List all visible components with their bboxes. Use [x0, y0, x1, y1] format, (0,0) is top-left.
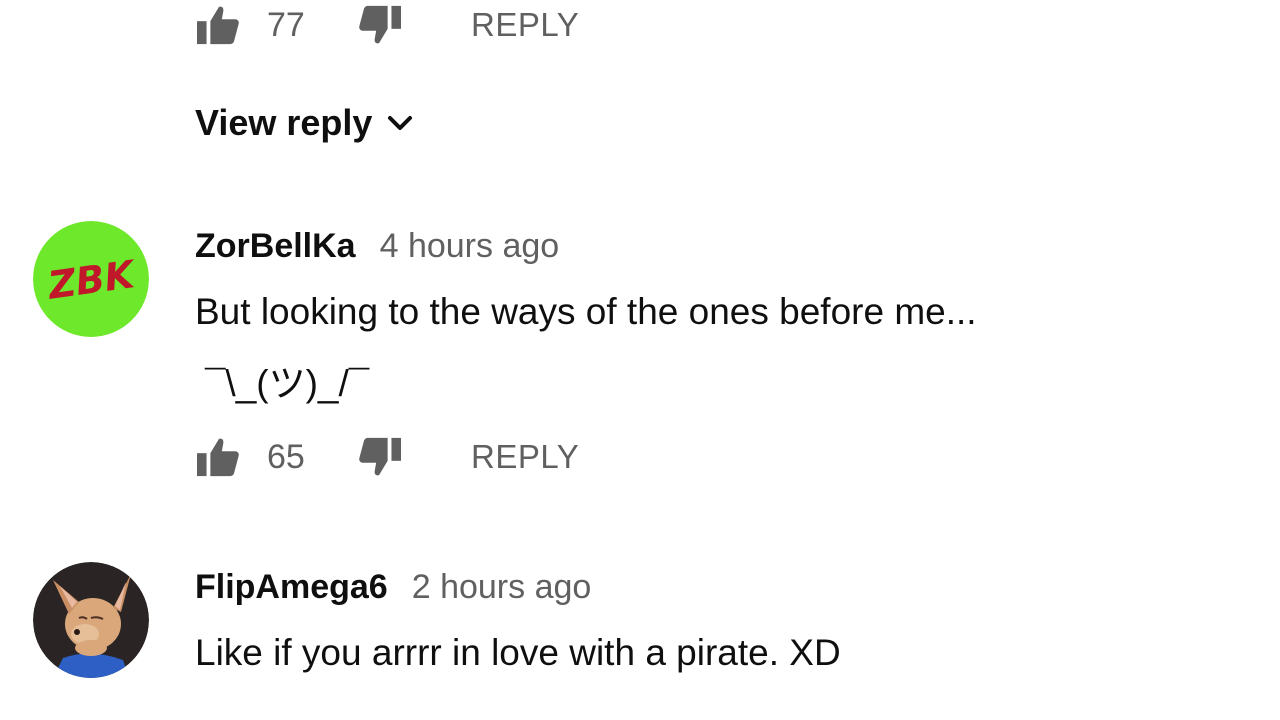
dislike-button[interactable]: [357, 4, 403, 46]
chevron-down-icon: [388, 116, 413, 130]
comment-text-line: ¯\_(ツ)_/¯: [205, 363, 370, 404]
thumb-down-icon: [359, 437, 401, 476]
view-reply-label: View reply: [195, 102, 373, 143]
author-name[interactable]: ZorBellKa: [195, 227, 356, 266]
reply-button[interactable]: REPLY: [471, 438, 579, 476]
comment-text-line: But looking to the ways of the ones befo…: [195, 291, 977, 332]
like-button[interactable]: [195, 4, 241, 46]
view-reply-button[interactable]: View reply: [195, 100, 414, 146]
dog-avatar-image: [33, 562, 149, 678]
avatar[interactable]: ZBK: [33, 221, 149, 337]
comment-header: ZorBellKa 4 hours ago: [195, 227, 559, 266]
comment-actions: 77 REPLY: [195, 2, 579, 48]
comment-actions: 65 REPLY: [195, 434, 579, 480]
avatar[interactable]: [33, 562, 149, 678]
reply-button[interactable]: REPLY: [471, 6, 579, 44]
comment-header: FlipAmega6 2 hours ago: [195, 568, 591, 607]
thumb-up-icon: [197, 438, 239, 477]
comments-section: 77 REPLY View reply ZBK ZorBellKa 4 hour…: [0, 0, 1280, 720]
like-count: 65: [267, 437, 305, 476]
comment-time[interactable]: 4 hours ago: [380, 227, 560, 266]
thumb-down-icon: [359, 5, 401, 44]
comment-text-line: Like if you arrrr in love with a pirate.…: [195, 632, 841, 673]
zbk-logo: ZBK: [33, 221, 149, 337]
like-button[interactable]: [195, 436, 241, 478]
like-count: 77: [267, 5, 305, 44]
author-name[interactable]: FlipAmega6: [195, 568, 388, 607]
thumb-up-icon: [197, 6, 239, 45]
dislike-button[interactable]: [357, 436, 403, 478]
comment-time[interactable]: 2 hours ago: [412, 568, 592, 607]
